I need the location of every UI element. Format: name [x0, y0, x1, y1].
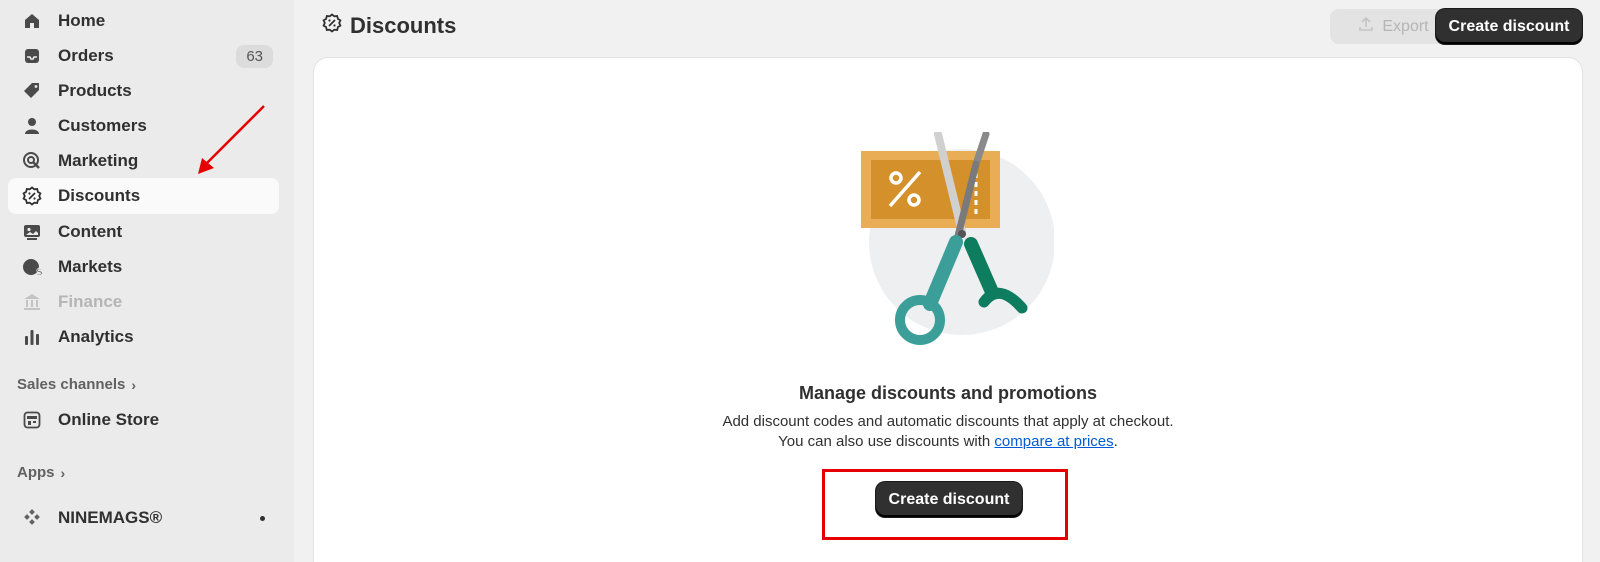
home-icon: [21, 10, 43, 32]
page-title: Discounts: [322, 13, 456, 39]
sidebar-item-label: Orders: [58, 46, 114, 65]
sidebar-item-ninemags[interactable]: NINEMAGS®: [8, 500, 279, 536]
orders-count-badge: 63: [236, 44, 273, 68]
empty-state-description: Add discount codes and automatic discoun…: [722, 413, 1174, 430]
svg-text:$: $: [36, 267, 42, 277]
chevron-right-icon: ›: [131, 376, 137, 393]
compare-at-prices-link[interactable]: compare at prices: [994, 433, 1113, 450]
sidebar-item-label: NINEMAGS®: [58, 508, 163, 527]
sidebar-item-label: Products: [58, 81, 132, 100]
globe-icon: $: [21, 256, 43, 278]
discount-icon: [322, 13, 342, 39]
empty-state-title: Manage discounts and promotions: [798, 383, 1098, 403]
sales-channels-label: Sales channels: [17, 376, 126, 393]
sidebar: Home Orders 63 Products Customers Market…: [0, 0, 294, 562]
sidebar-item-discounts[interactable]: Discounts: [8, 178, 279, 214]
export-label: Export: [1382, 17, 1429, 35]
description-prefix: You can also use discounts with: [778, 433, 995, 450]
person-icon: [21, 115, 43, 137]
sidebar-item-label: Content: [58, 222, 123, 241]
sidebar-item-orders[interactable]: Orders 63: [8, 38, 279, 74]
sidebar-item-label: Finance: [58, 292, 123, 311]
sidebar-item-label: Home: [58, 11, 106, 30]
sidebar-item-label: Customers: [58, 116, 147, 135]
sidebar-item-analytics[interactable]: Analytics: [8, 319, 279, 355]
status-dot: [260, 515, 265, 521]
apps-heading[interactable]: Apps ›: [17, 464, 65, 481]
sidebar-item-markets[interactable]: $ Markets: [8, 249, 279, 285]
content-icon: [21, 221, 43, 243]
sales-channels-heading[interactable]: Sales channels ›: [17, 376, 136, 393]
chevron-right-icon: ›: [60, 464, 66, 481]
sidebar-item-label: Online Store: [58, 410, 160, 429]
bank-icon: [21, 291, 43, 313]
apps-label: Apps: [17, 464, 55, 481]
create-discount-button[interactable]: Create discount: [1436, 9, 1582, 44]
bar-chart-icon: [21, 326, 43, 348]
annotation-highlight-box: [822, 469, 1068, 540]
empty-state-description-line2: You can also use discounts with compare …: [314, 433, 1582, 450]
sidebar-item-online-store[interactable]: Online Store: [8, 402, 279, 438]
page-title-text: Discounts: [350, 13, 457, 38]
sidebar-item-home[interactable]: Home: [8, 3, 279, 39]
sidebar-item-label: Discounts: [58, 186, 141, 205]
sidebar-item-label: Analytics: [58, 327, 134, 346]
target-icon: [21, 150, 43, 172]
scissors-coupon-illustration: [861, 132, 1054, 345]
sidebar-item-label: Marketing: [58, 151, 139, 170]
store-icon: [21, 409, 43, 431]
annotation-arrow: [198, 105, 265, 174]
export-icon: [1358, 16, 1374, 37]
orders-icon: [21, 45, 43, 67]
sidebar-item-label: Markets: [58, 257, 123, 276]
app-logo-icon: [21, 507, 43, 529]
tag-icon: [21, 80, 43, 102]
sidebar-item-content[interactable]: Content: [8, 214, 279, 250]
description-suffix: .: [1113, 433, 1118, 450]
sidebar-item-finance[interactable]: Finance: [8, 284, 279, 320]
discount-icon: [21, 185, 43, 207]
